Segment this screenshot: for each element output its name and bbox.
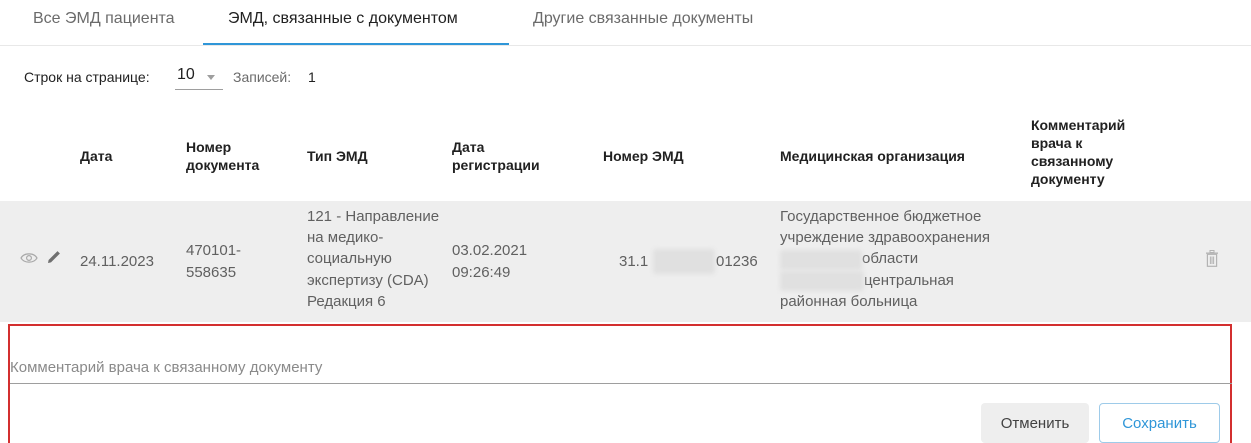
- tab-other-linked-docs[interactable]: Другие связанные документы: [533, 10, 753, 28]
- tab-linked-emd[interactable]: ЭМД, связанные с документом: [228, 10, 458, 28]
- caret-down-icon: [207, 75, 215, 80]
- tab-bar: Все ЭМД пациента ЭМД, связанные с докуме…: [0, 0, 1251, 46]
- column-header-doc-number[interactable]: Номер документа: [186, 112, 259, 200]
- rows-per-page-select[interactable]: 10: [175, 66, 223, 90]
- cell-emd-type: 121 - Направление на медико- социальную …: [307, 208, 440, 310]
- cell-emd-number: 31.1 01236: [619, 249, 758, 274]
- rows-per-page-value: 10: [177, 66, 195, 83]
- column-header-organization[interactable]: Медицинская организация: [780, 112, 965, 200]
- save-button[interactable]: Сохранить: [1099, 403, 1220, 443]
- cancel-button[interactable]: Отменить: [981, 403, 1089, 443]
- records-count-value: 1: [308, 69, 316, 85]
- comment-editor-panel: Комментарий врача к связанному документу…: [8, 324, 1232, 443]
- column-header-reg-date[interactable]: Дата регистрации: [452, 112, 540, 200]
- table-header: Дата Номер документа Тип ЭМД Дата регист…: [0, 112, 1251, 200]
- cell-doc-number: 470101- 558635: [186, 242, 242, 281]
- column-header-emd-type[interactable]: Тип ЭМД: [307, 112, 368, 200]
- trash-icon[interactable]: [1205, 250, 1219, 267]
- emd-number-prefix: 31.1: [619, 253, 649, 270]
- rows-per-page-label: Строк на странице:: [24, 69, 150, 85]
- records-count-label: Записей:: [233, 69, 292, 85]
- redaction-blur: [653, 249, 715, 274]
- redaction-blur: [780, 250, 862, 270]
- tab-all-patient-emd[interactable]: Все ЭМД пациента: [33, 10, 175, 28]
- column-header-emd-number[interactable]: Номер ЭМД: [603, 112, 684, 200]
- redaction-blur: [780, 271, 864, 291]
- cell-reg-date: 03.02.2021 09:26:49: [452, 242, 528, 281]
- cell-organization: Государственное бюджетное учреждение здр…: [780, 208, 991, 310]
- active-tab-indicator: [203, 43, 509, 45]
- emd-number-suffix: 01236: [716, 253, 758, 270]
- cell-date: 24.11.2023: [80, 252, 154, 270]
- pencil-icon[interactable]: [46, 249, 62, 265]
- column-header-comment[interactable]: Комментарий врача к связанному документу: [1031, 116, 1125, 188]
- table-row[interactable]: 24.11.2023 470101- 558635 121 - Направле…: [0, 201, 1251, 322]
- comment-input[interactable]: Комментарий врача к связанному документу: [10, 326, 1232, 384]
- eye-icon[interactable]: [20, 251, 38, 265]
- column-header-date[interactable]: Дата: [80, 112, 112, 200]
- comment-placeholder: Комментарий врача к связанному документу: [10, 359, 323, 376]
